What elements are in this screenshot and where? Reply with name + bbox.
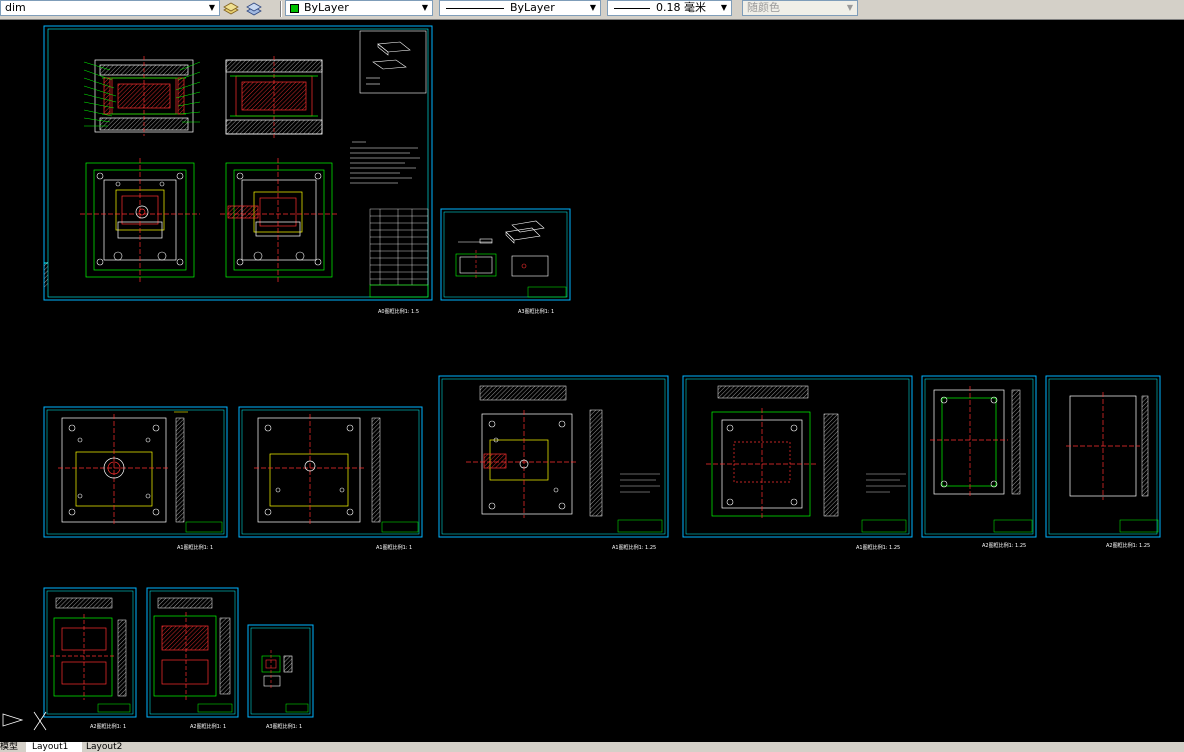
chevron-down-icon[interactable]: ▼ [205, 1, 219, 15]
layer-dropdown[interactable]: dim ▼ [0, 0, 220, 16]
lineweight-sample [614, 8, 650, 9]
sheet-scale-caption: A2图框比例1: 1 [190, 723, 226, 730]
sheet-scale-caption: A1图框比例1: 1.25 [856, 544, 900, 551]
sheet-scale-caption: A3图框比例1: 1 [518, 308, 554, 315]
ucs-icon [2, 711, 47, 731]
drawing-sheet-a2-core[interactable]: A2图框比例1: 1 [43, 587, 137, 730]
model-space-canvas[interactable]: A0图框比例1: 1.5 A3图框比例1: 1 A1图框比例1: 1 A1图框比… [0, 20, 1184, 742]
plotstyle-dropdown: 随颜色 ▼ [742, 0, 858, 16]
drawing-sheet-a2-plate-2[interactable]: A2图框比例1: 1.25 [1045, 375, 1161, 549]
lineweight-dropdown-value: 0.18 毫米 [656, 1, 706, 14]
sheet-scale-caption: A0图框比例1: 1.5 [378, 308, 419, 315]
linetype-dropdown[interactable]: ByLayer ▼ [439, 0, 601, 16]
sheet-scale-caption: A3图框比例1: 1 [266, 723, 302, 730]
linetype-sample [446, 8, 504, 9]
sheet-scale-caption: A2图框比例1: 1.25 [982, 542, 1026, 549]
chevron-down-icon: ▼ [846, 3, 854, 12]
sheet-scale-caption: A2图框比例1: 1.25 [1106, 542, 1150, 549]
layer-dropdown-value: dim [5, 1, 26, 14]
tab-model[interactable]: 模型 [0, 742, 22, 752]
sheet-scale-caption: A2图框比例1: 1 [90, 723, 126, 730]
tab-layout1[interactable]: Layout1 [26, 742, 82, 752]
chevron-down-icon[interactable]: ▼ [418, 1, 432, 15]
toolbar-separator [280, 1, 282, 17]
linetype-dropdown-value: ByLayer [510, 1, 555, 14]
layer-previous-button[interactable] [244, 0, 262, 17]
make-layer-current-button[interactable] [222, 0, 240, 17]
drawing-sheet-a1-plate-1[interactable]: A1图框比例1: 1 [43, 406, 228, 551]
properties-toolbar: dim ▼ ByLayer ▼ ByLayer ▼ 0.18 毫米 ▼ 随颜色 … [0, 0, 1184, 20]
drawing-sheet-a3-product[interactable]: A3图框比例1: 1 [440, 208, 571, 315]
tab-layout2[interactable]: Layout2 [82, 742, 136, 752]
color-swatch [290, 4, 299, 13]
drawing-sheet-a2-cavity[interactable]: A2图框比例1: 1 [146, 587, 239, 730]
chevron-down-icon[interactable]: ▼ [717, 1, 731, 15]
chevron-down-icon[interactable]: ▼ [586, 1, 600, 15]
drawing-sheet-a1-plate-2[interactable]: A1图框比例1: 1 [238, 406, 423, 551]
sheet-scale-caption: A1图框比例1: 1.25 [612, 544, 656, 551]
color-dropdown[interactable]: ByLayer ▼ [285, 0, 433, 16]
color-dropdown-value: ByLayer [304, 1, 349, 14]
layout-tabs-bar: 模型 Layout1 Layout2 [0, 742, 1184, 752]
drawing-sheet-a1-mold-plate-2[interactable]: A1图框比例1: 1.25 [682, 375, 913, 551]
layers-previous-icon [246, 2, 262, 16]
lineweight-dropdown[interactable]: 0.18 毫米 ▼ [607, 0, 732, 16]
drawing-sheet-a2-plate-1[interactable]: A2图框比例1: 1.25 [921, 375, 1037, 549]
plotstyle-dropdown-value: 随颜色 [747, 1, 780, 14]
sheet-scale-caption: A1图框比例1: 1 [177, 544, 213, 551]
drawing-sheet-a1-mold-plate-1[interactable]: A1图框比例1: 1.25 [438, 375, 669, 551]
drawing-sheet-a3-part[interactable]: A3图框比例1: 1 [247, 624, 314, 730]
layers-stack-icon [223, 2, 239, 15]
drawing-sheet-a0-assembly[interactable]: A0图框比例1: 1.5 [43, 25, 433, 315]
sheet-scale-caption: A1图框比例1: 1 [376, 544, 412, 551]
